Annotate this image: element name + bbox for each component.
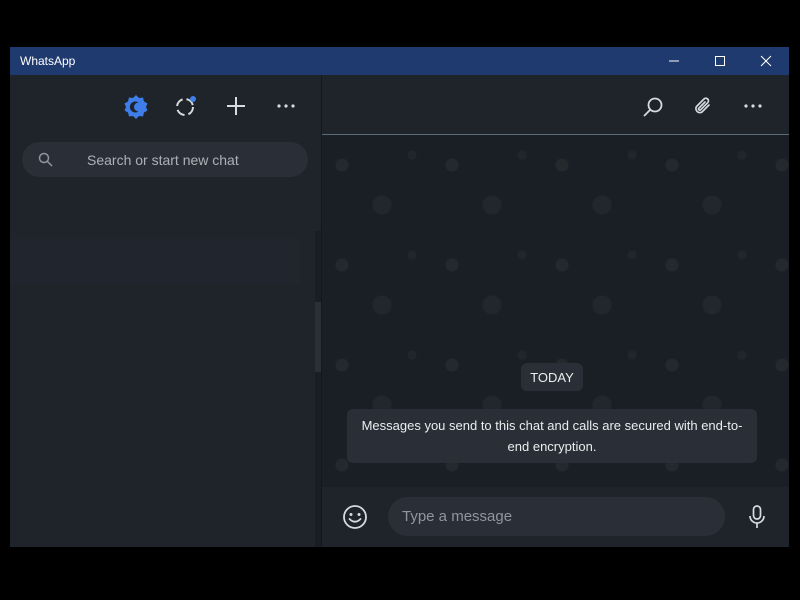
attach-button[interactable] bbox=[690, 93, 716, 119]
status-icon[interactable] bbox=[122, 93, 150, 121]
search-icon bbox=[643, 97, 663, 117]
minimize-icon bbox=[669, 60, 679, 62]
emoji-button[interactable] bbox=[341, 503, 369, 531]
new-chat-button[interactable] bbox=[224, 94, 248, 118]
close-button[interactable] bbox=[743, 47, 789, 75]
title-bar: WhatsApp bbox=[10, 47, 789, 75]
maximize-button[interactable] bbox=[697, 47, 743, 75]
chat-search-button[interactable] bbox=[640, 94, 666, 120]
search-input[interactable]: Search or start new chat bbox=[22, 142, 308, 177]
search-placeholder: Search or start new chat bbox=[87, 152, 239, 168]
encryption-notice: Messages you send to this chat and calls… bbox=[347, 409, 757, 463]
voice-message-button[interactable] bbox=[745, 503, 769, 531]
status-ring-icon bbox=[176, 96, 196, 116]
chat-list bbox=[10, 135, 322, 547]
close-icon bbox=[760, 55, 772, 67]
message-input[interactable]: Type a message bbox=[388, 497, 725, 536]
window-title: WhatsApp bbox=[20, 54, 76, 68]
communities-button[interactable] bbox=[173, 94, 199, 120]
smiley-icon bbox=[343, 505, 367, 529]
chat-menu-button[interactable] bbox=[741, 96, 765, 116]
moon-badge-icon bbox=[124, 95, 148, 119]
microphone-icon bbox=[749, 505, 765, 528]
list-item[interactable] bbox=[10, 239, 300, 284]
more-horizontal-icon bbox=[277, 104, 295, 108]
date-separator: TODAY bbox=[521, 363, 583, 391]
search-icon bbox=[38, 152, 53, 167]
paperclip-icon bbox=[695, 97, 710, 114]
minimize-button[interactable] bbox=[651, 47, 697, 75]
sidebar-menu-button[interactable] bbox=[274, 96, 298, 116]
chat-header bbox=[322, 75, 789, 134]
maximize-icon bbox=[715, 56, 725, 66]
more-horizontal-icon bbox=[744, 104, 762, 108]
plus-icon bbox=[227, 97, 245, 115]
message-placeholder: Type a message bbox=[402, 508, 513, 525]
app-window: WhatsApp bbox=[10, 47, 789, 547]
